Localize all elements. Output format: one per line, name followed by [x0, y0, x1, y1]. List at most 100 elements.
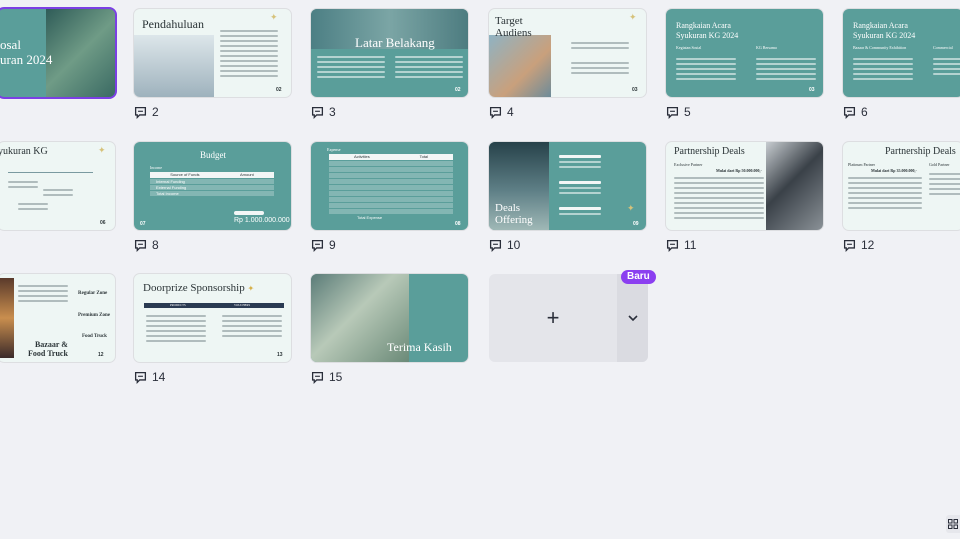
- table-header: VOUCHERS: [234, 303, 251, 307]
- slide-thumbnail-15[interactable]: Terima Kasih: [311, 274, 468, 362]
- slide-title: Deals Offering: [495, 202, 533, 226]
- slide-text-block: [848, 174, 922, 212]
- comment-count[interactable]: 10: [489, 238, 520, 252]
- slide-subtitle: Bazaar & Community Exhibition: [853, 45, 907, 50]
- comment-icon: [311, 371, 324, 384]
- slide-text-block: [146, 312, 206, 345]
- slide-subtitle: KG Bersama: [756, 45, 777, 50]
- slide-title: osal uran 2024: [0, 37, 53, 67]
- page-number: 08: [455, 221, 461, 227]
- page-number: 02: [455, 87, 461, 93]
- slide-title: Expense: [327, 147, 341, 152]
- price-label: Mulai dari Rp 35.000.000,-: [871, 168, 917, 173]
- comment-count[interactable]: 5: [666, 105, 691, 119]
- slide-thumbnail-4[interactable]: Target Audiens 03 ✦: [489, 9, 646, 97]
- slide-thumbnail-13[interactable]: Regular Zone Premium Zone Food Truck Baz…: [0, 274, 115, 362]
- comment-count[interactable]: 15: [311, 370, 342, 384]
- new-badge: Baru: [621, 270, 656, 284]
- comment-count[interactable]: 8: [134, 238, 159, 252]
- page-number: 03: [632, 87, 638, 93]
- slide-text-block: [853, 55, 913, 83]
- slide-thumbnail-10[interactable]: Deals Offering ✦ 09: [489, 142, 646, 230]
- comment-count[interactable]: 6: [843, 105, 868, 119]
- comment-count[interactable]: 12: [843, 238, 874, 252]
- total-label: Total Expense: [357, 215, 383, 220]
- slide-text-block: [571, 39, 629, 52]
- slide-text-block: [933, 55, 960, 78]
- slide-title: Doorprize Sponsorship ✦: [143, 282, 255, 294]
- slide-thumbnail-9[interactable]: Expense Activities Total Total Expense 08: [311, 142, 468, 230]
- slide-thumbnail-7[interactable]: yukuran KG 06 ✦: [0, 142, 115, 230]
- grid-view-button[interactable]: [946, 515, 960, 533]
- zone-label: Regular Zone: [78, 291, 108, 296]
- slide-title: Latar Belakang: [355, 35, 435, 50]
- comment-icon: [311, 239, 324, 252]
- add-slide-button[interactable]: +: [489, 274, 648, 362]
- page-number: 13: [277, 352, 283, 358]
- comment-icon: [489, 106, 502, 119]
- sparkle-icon: ✦: [98, 145, 106, 155]
- plus-icon[interactable]: +: [489, 274, 617, 362]
- slide-thumbnail-2[interactable]: Pendahuluan 02 ✦: [134, 9, 291, 97]
- slide-thumbnail-1[interactable]: osal uran 2024: [0, 9, 115, 97]
- slide-text-block: [756, 55, 816, 83]
- comment-count[interactable]: 14: [134, 370, 165, 384]
- sparkle-icon: ✦: [627, 203, 635, 213]
- slide-title: Partnership Deals: [674, 146, 745, 157]
- slide-text-block: [222, 312, 282, 340]
- add-slide-options-button[interactable]: [617, 274, 648, 362]
- slide-text-block: [559, 204, 601, 218]
- slide-thumbnail-5[interactable]: Rangkaian Acara Syukuran KG 2024 Kegiatan…: [666, 9, 823, 97]
- table-row: Internal Funding: [150, 179, 274, 184]
- slide-thumbnail-12[interactable]: Partnership Deals Platinum Partner Gold …: [843, 142, 960, 230]
- table-row: Total Income: [150, 191, 274, 196]
- building-photo: [134, 35, 214, 97]
- slide-thumbnail-8[interactable]: Budget Income Source of Funds Amount Inte…: [134, 142, 291, 230]
- comment-icon: [489, 239, 502, 252]
- slide-thumbnail-3[interactable]: Latar Belakang 02: [311, 9, 468, 97]
- slide-thumbnail-11[interactable]: Partnership Deals Exclusive Partner Mula…: [666, 142, 823, 230]
- comment-count[interactable]: 2: [134, 105, 159, 119]
- table-header: PRODUCTS: [170, 303, 186, 307]
- timeline-line: [8, 172, 93, 173]
- slide-text-block: [395, 53, 463, 81]
- slide-text-block: [559, 152, 601, 171]
- slide-thumbnail-6[interactable]: Rangkaian Acara Syukuran KG 2024 Bazaar &…: [843, 9, 960, 97]
- comment-count[interactable]: 4: [489, 105, 514, 119]
- tier-label: Platinum Partner: [848, 162, 875, 167]
- comment-icon: [134, 371, 147, 384]
- grid-view-icon: [948, 519, 958, 529]
- slide-text-block: [676, 55, 736, 83]
- slide-subtitle: Kegiatan Sosial: [676, 45, 702, 50]
- table-header-bar: [144, 303, 284, 308]
- slide-text-block: [220, 27, 278, 80]
- slide-text-block: [929, 170, 960, 198]
- slide-photo: [46, 9, 115, 97]
- tier-label: Gold Partner: [929, 162, 950, 167]
- comment-icon: [134, 239, 147, 252]
- comment-count[interactable]: 11: [666, 238, 696, 252]
- zone-label: Premium Zone: [78, 313, 110, 318]
- slide-title: Budget: [200, 150, 226, 160]
- comment-count[interactable]: 3: [311, 105, 336, 119]
- slide-title: Terima Kasih: [387, 340, 452, 354]
- slide-title: Partnership Deals: [885, 146, 956, 157]
- table-caption: Income: [150, 165, 162, 170]
- slide-title: Bazaar & Food Truck: [28, 340, 68, 358]
- slide-text-block: [43, 186, 73, 199]
- sparkle-icon: ✦: [247, 284, 255, 293]
- table-header: Activities: [353, 154, 370, 159]
- slide-thumbnail-14[interactable]: Doorprize Sponsorship ✦ PRODUCTS VOUCHER…: [134, 274, 291, 362]
- table-row: External Funding: [150, 185, 274, 190]
- page-number: 12: [98, 352, 104, 358]
- slide-title: Rangkaian Acara Syukuran KG 2024: [676, 21, 739, 40]
- comment-icon: [843, 239, 856, 252]
- comment-icon: [843, 106, 856, 119]
- sparkle-icon: ✦: [270, 12, 278, 22]
- chevron-down-icon: [627, 314, 638, 321]
- slide-title: Rangkaian Acara Syukuran KG 2024: [853, 21, 916, 40]
- slide-text-block: [559, 178, 601, 197]
- price-label: Mulai dari Rp 50.000.000,-: [716, 168, 762, 173]
- comment-count[interactable]: 9: [311, 238, 336, 252]
- total-pill: [234, 211, 264, 215]
